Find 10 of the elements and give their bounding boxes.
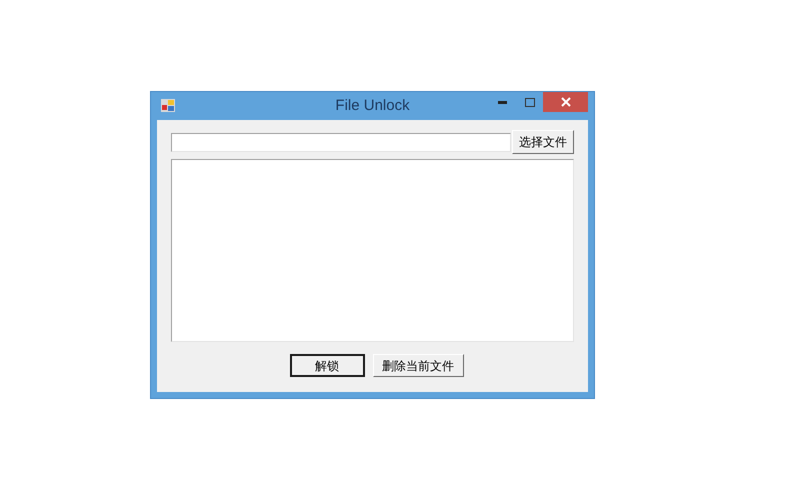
maximize-icon: [524, 98, 534, 106]
file-path-field[interactable]: [171, 132, 511, 152]
action-button[interactable]: 解锁: [290, 354, 364, 377]
choose-file-button[interactable]: 选择文件: [512, 130, 574, 154]
action-button[interactable]: 删除当前文件: [372, 354, 464, 377]
close-button[interactable]: [543, 92, 588, 112]
close-icon: [560, 97, 570, 107]
minimize-icon: [498, 100, 507, 104]
app-icon: [161, 99, 175, 112]
window-title: File Unlock: [335, 96, 410, 116]
